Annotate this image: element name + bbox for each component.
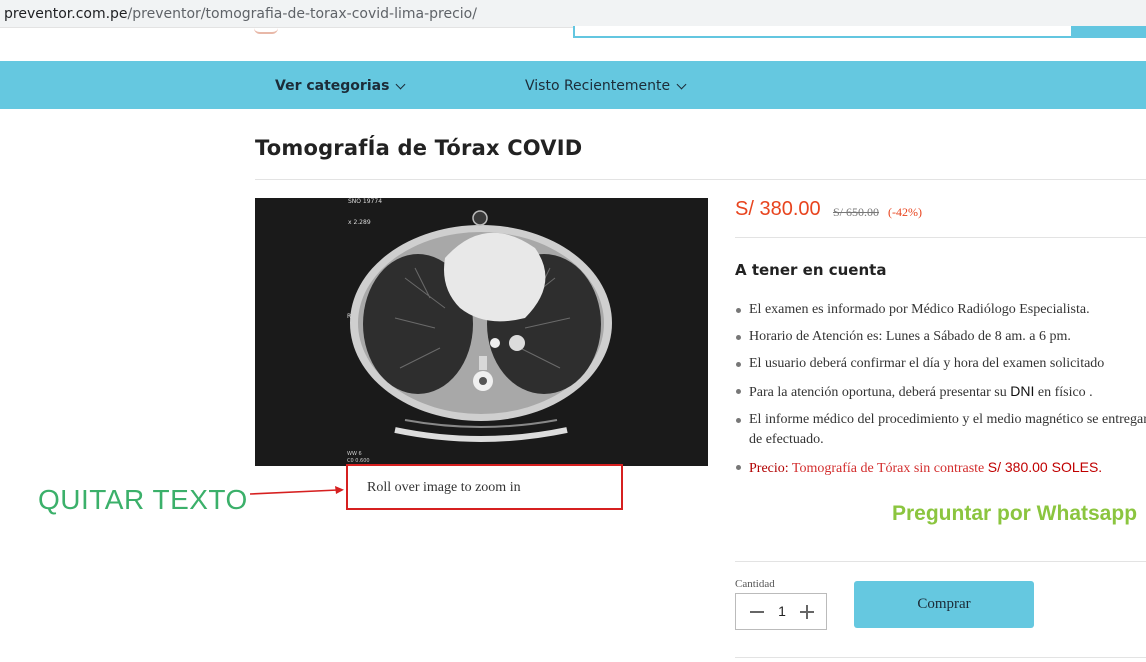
ct-label-zoom: x 2.289 (348, 219, 371, 226)
divider (255, 179, 1146, 180)
divider (735, 657, 1146, 658)
divider (735, 561, 1146, 562)
price-note-text: Tomografía de Tórax sin contraste (791, 461, 988, 476)
nav-categories[interactable]: Ver categorias (275, 78, 406, 94)
main-nav: Ver categorias Visto Recientemente (0, 61, 1146, 109)
plus-icon[interactable] (800, 605, 814, 619)
nav-recently-viewed[interactable]: Visto Recientemente (525, 78, 687, 94)
ct-label-top: SNO 19774 (348, 198, 382, 205)
quantity-stepper: 1 (735, 593, 827, 630)
zoom-hint-box: Roll over image to zoom in (346, 464, 623, 510)
ct-label-ww: WW 6 (347, 451, 362, 457)
url-text[interactable]: preventor.com.pe/preventor/tomografia-de… (4, 6, 477, 22)
quantity-label: Cantidad (735, 578, 775, 590)
note-dni: DNI (1010, 383, 1035, 399)
note-text: El informe médico del procedimiento y el… (749, 412, 1146, 427)
site-logo[interactable] (254, 28, 278, 34)
list-item: Horario de Atención es: Lunes a Sábado d… (735, 327, 1146, 347)
annotation-label: QUITAR TEXTO (38, 484, 248, 515)
product-title: TomografÍa de Tórax COVID (255, 136, 583, 160)
notes-list: El examen es informado por Médico Radiól… (735, 300, 1146, 486)
list-item: El examen es informado por Médico Radiól… (735, 300, 1146, 320)
list-item-price: Precio: Tomografía de Tórax sin contrast… (735, 457, 1146, 479)
list-item: El usuario deberá confirmar el día y hor… (735, 354, 1146, 374)
product-image[interactable]: SNO 19774 x 2.289 R WW 6 C0 0.600 (255, 198, 708, 466)
chevron-down-icon (395, 79, 406, 89)
discount-badge: (-42%) (888, 205, 922, 219)
notes-heading: A tener en cuenta (735, 261, 887, 279)
url-path: /preventor/tomografia-de-torax-covid-lim… (127, 6, 477, 22)
search-input[interactable] (573, 26, 1073, 38)
zoom-hint-text: Roll over image to zoom in (367, 480, 521, 495)
list-item: Para la atención oportuna, deberá presen… (735, 381, 1146, 403)
note-text-cont: de efectuado. (749, 432, 824, 447)
minus-icon[interactable] (750, 611, 764, 613)
quantity-value[interactable]: 1 (776, 603, 788, 619)
price-note-label: Precio: (749, 461, 792, 476)
note-text: Para la atención oportuna, deberá presen… (749, 385, 1007, 400)
url-host: preventor.com.pe (4, 6, 128, 22)
browser-address-bar[interactable]: preventor.com.pe/preventor/tomografia-de… (0, 0, 1146, 28)
ct-scan-graphic: SNO 19774 x 2.289 R WW 6 C0 0.600 (255, 198, 708, 466)
ct-label-side: R (347, 313, 351, 320)
chevron-down-icon (676, 79, 687, 89)
whatsapp-link[interactable]: Preguntar por Whatsapp (892, 502, 1137, 526)
search-button[interactable] (1071, 26, 1146, 38)
list-item: El informe médico del procedimiento y el… (735, 410, 1146, 450)
annotation-arrow-icon (250, 486, 344, 495)
note-dni-tail: en físico . (1034, 385, 1093, 400)
divider (735, 237, 1146, 238)
buy-button[interactable]: Comprar (854, 581, 1034, 628)
old-price: S/ 650.00 (833, 205, 880, 219)
site-header (0, 26, 1146, 61)
price-note-amount: S/ 380.00 SOLES. (987, 459, 1103, 475)
current-price: S/ 380.00 (735, 198, 821, 220)
nav-categories-label: Ver categorias (275, 78, 390, 94)
nav-recent-label: Visto Recientemente (525, 78, 671, 94)
